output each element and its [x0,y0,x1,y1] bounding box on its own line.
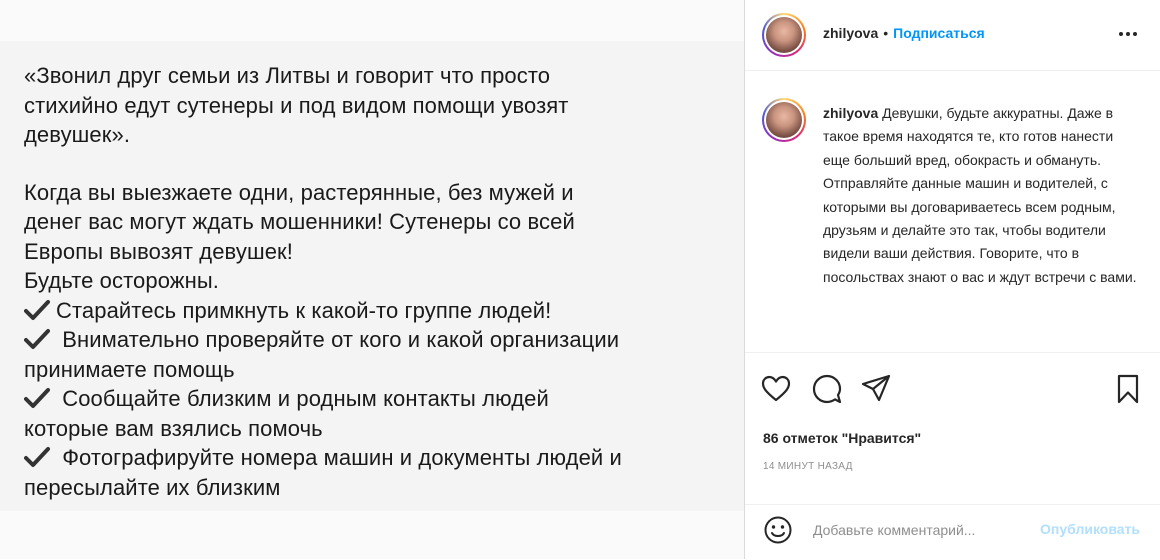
share-icon[interactable] [860,373,892,405]
emoji-icon[interactable] [763,515,793,545]
post-timestamp[interactable]: 14 МИНУТ НАЗАД [763,461,853,472]
checkmark-icon [24,329,50,349]
bookmark-icon[interactable] [1112,373,1144,405]
follow-button[interactable]: Подписаться [893,25,985,41]
checklist-item: Сообщайте близким и родным контакты люде… [24,384,724,414]
warning-line: Будьте осторожны. [24,268,219,293]
checklist-text-cont: принимаете помощь [24,356,235,382]
comment-input[interactable] [813,518,1023,542]
likes-count[interactable]: 86 отметок "Нравится" [763,430,921,446]
post-image-card: «Звонил друг семьи из Литвы и говорит чт… [0,41,744,511]
caption-text: Девушки, будьте аккуратны. Даже в такое … [823,105,1137,285]
caption-username[interactable]: zhilyova [823,105,878,121]
checklist-text: Фотографируйте номера машин и документы … [62,445,622,470]
post-side-panel: zhilyova • Подписаться zhilyova Девушки, б… [745,0,1160,559]
checklist-item: Фотографируйте номера машин и документы … [24,443,724,473]
more-horizontal-icon[interactable] [1116,22,1140,46]
quote-line: «Звонил друг семьи из Литвы и говорит чт… [24,63,551,88]
checkmark-icon [24,299,50,320]
heart-icon[interactable] [760,373,792,405]
checklist-text-cont: пересылайте их близким [24,474,281,500]
post-header: zhilyova • Подписаться [745,0,1160,71]
checkmark-icon [24,388,50,408]
checklist-text: Внимательно проверяйте от кого и какой о… [62,327,620,352]
post-image[interactable]: «Звонил друг семьи из Литвы и говорит чт… [0,0,744,559]
checklist-text: Сообщайте близким и родным контакты люде… [62,386,549,411]
warning-line: Когда вы выезжаете одни, растерянные, бе… [24,179,574,205]
comment-bar: Опубликовать [745,504,1160,560]
caption: zhilyova Девушки, будьте аккуратны. Даже… [823,102,1143,289]
checklist-item: Внимательно проверяйте от кого и какой о… [24,325,724,355]
publish-button[interactable]: Опубликовать [1040,521,1140,537]
checkmark-icon [24,447,50,467]
checklist-text: Старайтесь примкнуть к какой-то группе л… [56,297,552,323]
post-image-text: «Звонил друг семьи из Литвы и говорит чт… [24,61,724,502]
caption-avatar[interactable] [762,98,806,142]
checklist-item: Старайтесь примкнуть к какой-то группе л… [24,296,724,326]
checklist-text-cont: которые вам взялись помочь [24,415,323,441]
separator-dot: • [883,25,889,41]
quote-line: стихийно едут сутенеры и под видом помощ… [24,92,569,118]
avatar[interactable] [762,13,806,57]
comment-icon[interactable] [811,373,843,405]
quote-line: девушек». [24,122,131,147]
header-username[interactable]: zhilyova [823,25,878,41]
warning-line: денег вас могут ждать мошенники! Сутенер… [24,209,575,234]
header-user-row: zhilyova • Подписаться [823,25,985,43]
warning-line: Европы вывозят девушек! [24,238,293,264]
